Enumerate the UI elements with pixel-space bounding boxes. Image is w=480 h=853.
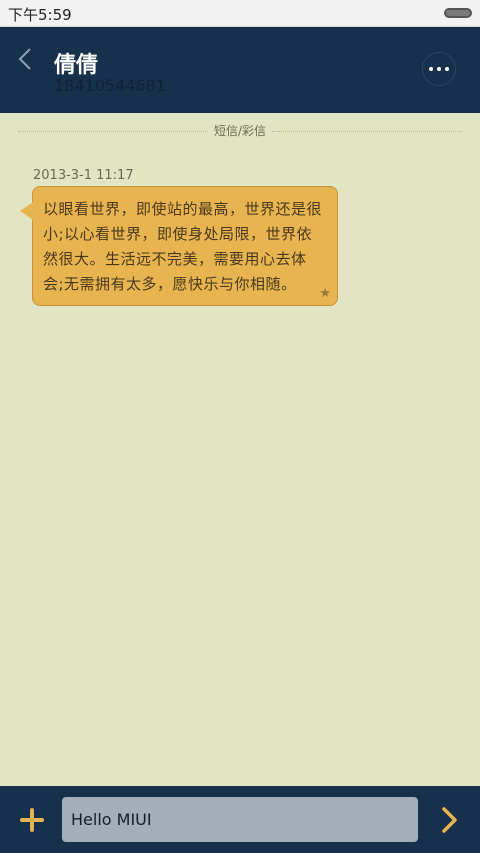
conversation-header: 倩倩 18410544681: [0, 27, 480, 113]
message-type-divider: 短信/彩信: [18, 124, 462, 138]
message-timestamp: 2013-3-1 11:17: [33, 168, 134, 183]
more-dot-icon: [445, 67, 449, 71]
more-dot-icon: [437, 67, 441, 71]
contact-name: 倩倩: [54, 53, 99, 78]
divider-line: [272, 131, 462, 132]
contact-phone-number: 18410544681: [54, 76, 166, 95]
incoming-message-bubble[interactable]: 以眼看世界，即使站的最高，世界还是很小;以心看世界，即使身处局限，世界依然很大。…: [20, 186, 338, 306]
battery-icon: [444, 8, 472, 18]
composer-bar: Hello MIUI: [0, 786, 480, 853]
message-input[interactable]: Hello MIUI: [62, 797, 418, 842]
more-dot-icon: [429, 67, 433, 71]
message-text: 以眼看世界，即使站的最高，世界还是很小;以心看世界，即使身处局限，世界依然很大。…: [43, 200, 323, 293]
add-attachment-button[interactable]: [20, 808, 44, 832]
send-arrow-icon: [442, 807, 457, 833]
star-icon: ★: [319, 286, 331, 301]
more-options-button[interactable]: [422, 52, 456, 86]
back-arrow-icon[interactable]: [18, 47, 42, 77]
send-button[interactable]: [440, 806, 460, 834]
status-bar: 下午5:59: [0, 0, 480, 27]
bubble-tail: [20, 202, 33, 220]
status-time: 下午5:59: [8, 6, 72, 24]
